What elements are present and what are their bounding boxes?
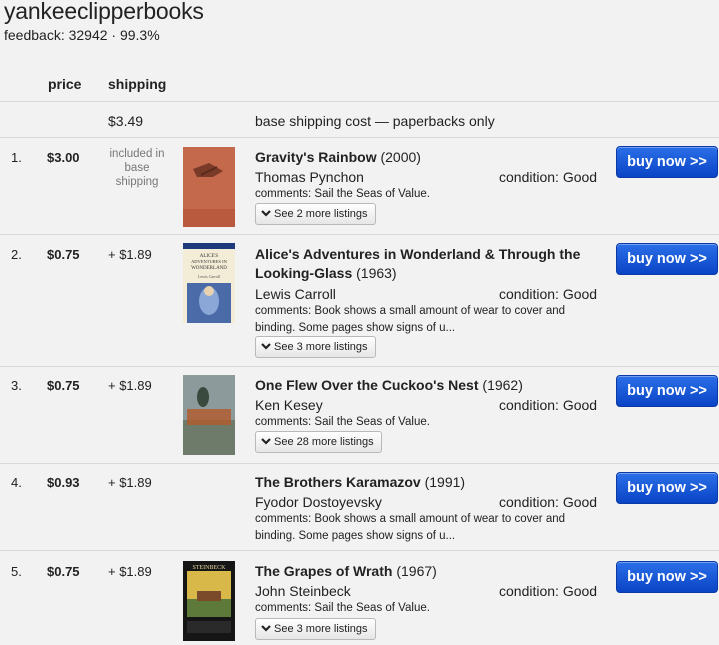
listing-number: 4. <box>11 475 22 490</box>
more-listings-label: See 2 more listings <box>274 208 368 220</box>
listing-comments: comments: Sail the Seas of Value. <box>255 416 430 428</box>
svg-text:STEINBECK: STEINBECK <box>193 565 227 571</box>
listing-price: $3.00 <box>47 150 80 165</box>
buy-now-button[interactable]: buy now >> <box>616 146 718 178</box>
more-listings-button[interactable]: See 3 more listings <box>255 336 376 358</box>
buy-now-button[interactable]: buy now >> <box>616 472 718 504</box>
buy-now-button[interactable]: buy now >> <box>616 375 718 407</box>
listing-row: 3. $0.75 + $1.89 One Flew Over the Cucko… <box>0 367 719 463</box>
title-year: (1962) <box>482 377 523 393</box>
listing-title[interactable]: Gravity's Rainbow (2000) <box>255 148 595 167</box>
chevron-down-icon <box>261 210 271 217</box>
listing-author: Ken Kesey <box>255 397 323 413</box>
svg-text:WONDERLAND: WONDERLAND <box>191 266 227 271</box>
chevron-down-icon <box>261 625 271 632</box>
listing-shipping: included in base shipping <box>109 148 165 188</box>
book-cover[interactable] <box>183 375 235 455</box>
column-header-shipping: shipping <box>108 76 167 92</box>
more-listings-button[interactable]: See 2 more listings <box>255 203 376 225</box>
title-text[interactable]: One Flew Over the Cuckoo's Nest <box>255 377 479 393</box>
listing-shipping: + $1.89 <box>108 378 152 393</box>
listing-shipping: + $1.89 <box>108 475 152 490</box>
listing-condition: condition: Good <box>499 397 598 413</box>
listing-comments: comments: Sail the Seas of Value. <box>255 602 430 614</box>
more-listings-label: See 3 more listings <box>274 341 368 353</box>
svg-text:Lewis Carroll: Lewis Carroll <box>198 274 221 279</box>
seller-name: yankeeclipperbooks <box>4 0 204 24</box>
listing-author: John Steinbeck <box>255 583 351 599</box>
svg-text:ADVENTURES IN: ADVENTURES IN <box>191 259 228 264</box>
divider <box>0 101 719 102</box>
listing-price: $0.75 <box>47 378 80 393</box>
listing-price: $0.75 <box>47 564 80 579</box>
listing-shipping: + $1.89 <box>108 247 152 262</box>
listing-number: 2. <box>11 247 22 262</box>
listing-comments: comments: Book shows a small amount of w… <box>255 305 566 334</box>
seller-feedback: feedback: 32942 · 99.3% <box>4 27 160 43</box>
listing-comments: comments: Sail the Seas of Value. <box>255 188 430 200</box>
listing-condition: condition: Good <box>499 494 598 510</box>
listing-price: $0.75 <box>47 247 80 262</box>
more-listings-label: See 28 more listings <box>274 436 374 448</box>
buy-now-button[interactable]: buy now >> <box>616 243 718 275</box>
listing-row: 5. $0.75 + $1.89 STEINBECK The Grapes of… <box>0 551 719 645</box>
listing-row: 1. $3.00 included in base shipping Gravi… <box>0 138 719 234</box>
listing-author: Thomas Pynchon <box>255 169 364 185</box>
listing-title[interactable]: The Grapes of Wrath (1967) <box>255 562 595 581</box>
title-text[interactable]: The Grapes of Wrath <box>255 563 392 579</box>
chevron-down-icon <box>261 343 271 350</box>
title-text[interactable]: The Brothers Karamazov <box>255 474 421 490</box>
listing-condition: condition: Good <box>499 583 598 599</box>
listing-number: 1. <box>11 150 22 165</box>
more-listings-button[interactable]: See 3 more listings <box>255 618 376 640</box>
column-header-price: price <box>48 76 82 92</box>
buy-now-button[interactable]: buy now >> <box>616 561 718 593</box>
listing-author: Lewis Carroll <box>255 286 336 302</box>
listing-title[interactable]: One Flew Over the Cuckoo's Nest (1962) <box>255 376 595 395</box>
title-year: (1967) <box>396 563 437 579</box>
listing-row: 2. $0.75 + $1.89 ALICE'S ADVENTURES IN W… <box>0 235 719 366</box>
listing-shipping: + $1.89 <box>108 564 152 579</box>
title-text[interactable]: Alice's Adventures in Wonderland & Throu… <box>255 246 580 281</box>
base-shipping-description: base shipping cost — paperbacks only <box>255 113 495 129</box>
listing-comments: comments: Book shows a small amount of w… <box>255 513 566 542</box>
title-text[interactable]: Gravity's Rainbow <box>255 149 377 165</box>
listing-number: 3. <box>11 378 22 393</box>
listing-title[interactable]: Alice's Adventures in Wonderland & Throu… <box>255 245 595 283</box>
book-cover[interactable]: STEINBECK <box>183 561 235 641</box>
book-cover[interactable]: ALICE'S ADVENTURES IN WONDERLAND Lewis C… <box>183 243 235 323</box>
chevron-down-icon <box>261 438 271 445</box>
more-listings-label: See 3 more listings <box>274 623 368 635</box>
title-year: (1963) <box>356 265 397 281</box>
listing-price: $0.93 <box>47 475 80 490</box>
listing-author: Fyodor Dostoyevsky <box>255 494 382 510</box>
listing-row: 4. $0.93 + $1.89 The Brothers Karamazov … <box>0 464 719 550</box>
listing-condition: condition: Good <box>499 286 598 302</box>
more-listings-button[interactable]: See 28 more listings <box>255 431 382 453</box>
listing-number: 5. <box>11 564 22 579</box>
title-year: (1991) <box>424 474 466 490</box>
listing-condition: condition: Good <box>499 169 598 185</box>
base-shipping-price: $3.49 <box>108 113 144 129</box>
listing-title[interactable]: The Brothers Karamazov (1991) <box>255 473 595 492</box>
title-year: (2000) <box>380 149 421 165</box>
book-cover[interactable] <box>183 147 235 227</box>
